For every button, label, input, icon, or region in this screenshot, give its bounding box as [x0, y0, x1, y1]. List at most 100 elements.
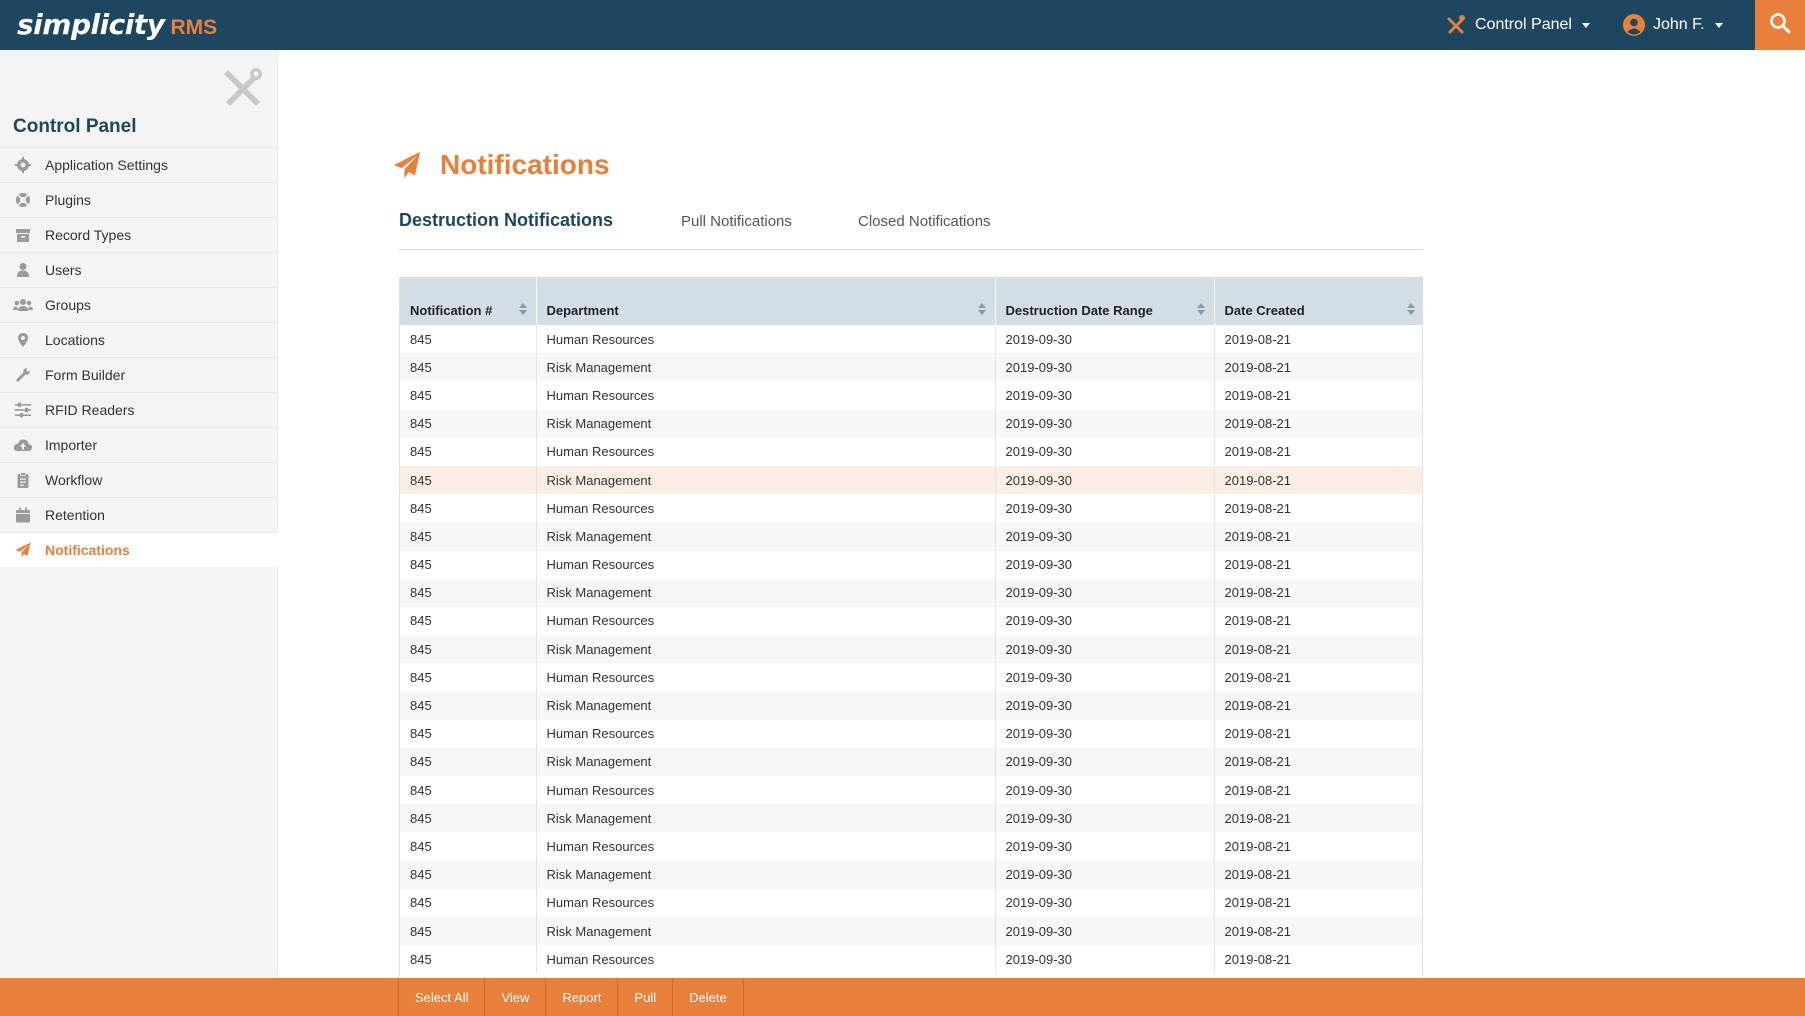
control-panel-menu[interactable]: Control Panel [1445, 0, 1590, 50]
sidebar-item-locations[interactable]: Locations [0, 322, 278, 357]
cell-destruction-date-range: 2019-09-30 [995, 353, 1215, 382]
cell-notification-number: 845 [400, 719, 537, 748]
cell-notification-number: 845 [400, 747, 537, 776]
select-all-button[interactable]: Select All [399, 978, 486, 1016]
top-navbar: simplicity RMS Control Panel John F. [0, 0, 1805, 50]
table-row[interactable]: 845 Human Resources 2019-09-30 2019-08-21 [400, 663, 1422, 692]
table-row[interactable]: 845 Risk Management 2019-09-30 2019-08-21 [400, 635, 1422, 664]
pull-button[interactable]: Pull [618, 978, 674, 1016]
table-row[interactable]: 845 Human Resources 2019-09-30 2019-08-21 [400, 437, 1422, 466]
sidebar-item-label: Locations [45, 332, 105, 348]
table-body: 845 Human Resources 2019-09-30 2019-08-21 84… [400, 325, 1422, 974]
table-row[interactable]: 845 Risk Management 2019-09-30 2019-08-21 [400, 691, 1422, 720]
cell-notification-number: 845 [400, 353, 537, 382]
cell-notification-number: 845 [400, 381, 537, 410]
table-row[interactable]: 845 Risk Management 2019-09-30 2019-08-21 [400, 522, 1422, 551]
column-header-label: Department [546, 303, 619, 318]
cell-destruction-date-range: 2019-09-30 [995, 832, 1215, 861]
cell-notification-number: 845 [400, 325, 537, 354]
table-row[interactable]: 845 Human Resources 2019-09-30 2019-08-21 [400, 550, 1422, 579]
user-menu[interactable]: John F. [1623, 0, 1723, 50]
cell-notification-number: 845 [400, 804, 537, 833]
report-button[interactable]: Report [546, 978, 619, 1016]
sidebar-item-notifications[interactable]: Notifications [0, 532, 278, 567]
cell-department: Human Resources [536, 663, 996, 692]
sidebar-item-retention[interactable]: Retention [0, 497, 278, 532]
cell-date-created: 2019-08-21 [1214, 888, 1422, 917]
cell-date-created: 2019-08-21 [1214, 635, 1422, 664]
sidebar-item-groups[interactable]: Groups [0, 287, 278, 322]
cell-date-created: 2019-08-21 [1214, 353, 1422, 382]
cell-department: Risk Management [536, 860, 996, 889]
table-row[interactable]: 845 Risk Management 2019-09-30 2019-08-21 [400, 465, 1422, 495]
column-header-department[interactable]: Department [536, 277, 996, 325]
column-header-label: Destruction Date Range [1005, 303, 1153, 318]
cell-destruction-date-range: 2019-09-30 [995, 945, 1215, 974]
table-row[interactable]: 845 Risk Management 2019-09-30 2019-08-21 [400, 804, 1422, 833]
table-row[interactable]: 845 Risk Management 2019-09-30 2019-08-21 [400, 747, 1422, 776]
cell-department: Risk Management [536, 353, 996, 382]
cell-notification-number: 845 [400, 494, 537, 523]
sidebar-item-plugins[interactable]: Plugins [0, 182, 278, 217]
cell-destruction-date-range: 2019-09-30 [995, 409, 1215, 438]
cell-department: Risk Management [536, 578, 996, 607]
table-row[interactable]: 845 Human Resources 2019-09-30 2019-08-21 [400, 776, 1422, 805]
column-header-date-created[interactable]: Date Created [1214, 277, 1422, 325]
table-row[interactable]: 845 Human Resources 2019-09-30 2019-08-21 [400, 494, 1422, 523]
cell-department: Human Resources [536, 888, 996, 917]
cell-destruction-date-range: 2019-09-30 [995, 663, 1215, 692]
table-row[interactable]: 845 Human Resources 2019-09-30 2019-08-21 [400, 325, 1422, 354]
sidebar-item-label: Form Builder [45, 367, 126, 383]
sidebar-item-record-types[interactable]: Record Types [0, 217, 278, 252]
search-button[interactable] [1755, 0, 1805, 50]
sidebar-item-importer[interactable]: Importer [0, 427, 278, 462]
cell-department: Human Resources [536, 945, 996, 974]
tab-closed-notifications[interactable]: Closed Notifications [858, 213, 991, 230]
table-row[interactable]: 845 Risk Management 2019-09-30 2019-08-21 [400, 409, 1422, 438]
delete-button[interactable]: Delete [673, 978, 744, 1016]
cell-notification-number: 845 [400, 663, 537, 692]
table-row[interactable]: 845 Human Resources 2019-09-30 2019-08-21 [400, 832, 1422, 861]
sidebar-item-users[interactable]: Users [0, 252, 278, 287]
cell-date-created: 2019-08-21 [1214, 578, 1422, 607]
table-row[interactable]: 845 Human Resources 2019-09-30 2019-08-21 [400, 888, 1422, 917]
cell-date-created: 2019-08-21 [1214, 804, 1422, 833]
cell-department: Risk Management [536, 747, 996, 776]
cell-destruction-date-range: 2019-09-30 [995, 804, 1215, 833]
cell-destruction-date-range: 2019-09-30 [995, 916, 1215, 946]
cell-department: Human Resources [536, 719, 996, 748]
cell-notification-number: 845 [400, 409, 537, 438]
table-row[interactable]: 845 Risk Management 2019-09-30 2019-08-21 [400, 916, 1422, 946]
tab-pull-notifications[interactable]: Pull Notifications [681, 213, 792, 230]
column-header-notification-number[interactable]: Notification # [400, 277, 537, 325]
paper-plane-icon [393, 151, 421, 179]
table-row[interactable]: 845 Human Resources 2019-09-30 2019-08-21 [400, 719, 1422, 748]
sidebar-item-form-builder[interactable]: Form Builder [0, 357, 278, 392]
sort-icon [518, 303, 527, 315]
cell-date-created: 2019-08-21 [1214, 465, 1422, 495]
tab-destruction-notifications[interactable]: Destruction Notifications [399, 210, 613, 231]
action-buttons: Select All View Report Pull Delete [398, 978, 744, 1016]
table-row[interactable]: 845 Risk Management 2019-09-30 2019-08-21 [400, 578, 1422, 607]
sidebar-item-application-settings[interactable]: Application Settings [0, 147, 278, 182]
cell-notification-number: 845 [400, 832, 537, 861]
view-button[interactable]: View [485, 978, 547, 1016]
sidebar-item-label: Users [45, 262, 82, 278]
cell-destruction-date-range: 2019-09-30 [995, 860, 1215, 889]
table-row[interactable]: 845 Human Resources 2019-09-30 2019-08-21 [400, 606, 1422, 636]
sidebar-item-rfid-readers[interactable]: RFID Readers [0, 392, 278, 427]
cell-notification-number: 845 [400, 437, 537, 466]
cell-date-created: 2019-08-21 [1214, 494, 1422, 523]
table-row[interactable]: 845 Risk Management 2019-09-30 2019-08-21 [400, 353, 1422, 382]
table-row[interactable]: 845 Human Resources 2019-09-30 2019-08-21 [400, 381, 1422, 410]
user-icon [13, 262, 33, 278]
table-row[interactable]: 845 Human Resources 2019-09-30 2019-08-21 [400, 945, 1422, 974]
sidebar-title: Control Panel [13, 116, 137, 137]
column-header-destruction-date-range[interactable]: Destruction Date Range [995, 277, 1215, 325]
sidebar-item-workflow[interactable]: Workflow [0, 462, 278, 497]
cell-destruction-date-range: 2019-09-30 [995, 381, 1215, 410]
cell-destruction-date-range: 2019-09-30 [995, 606, 1215, 636]
app-logo[interactable]: simplicity RMS [17, 8, 217, 42]
cell-date-created: 2019-08-21 [1214, 437, 1422, 466]
table-row[interactable]: 845 Risk Management 2019-09-30 2019-08-21 [400, 860, 1422, 889]
